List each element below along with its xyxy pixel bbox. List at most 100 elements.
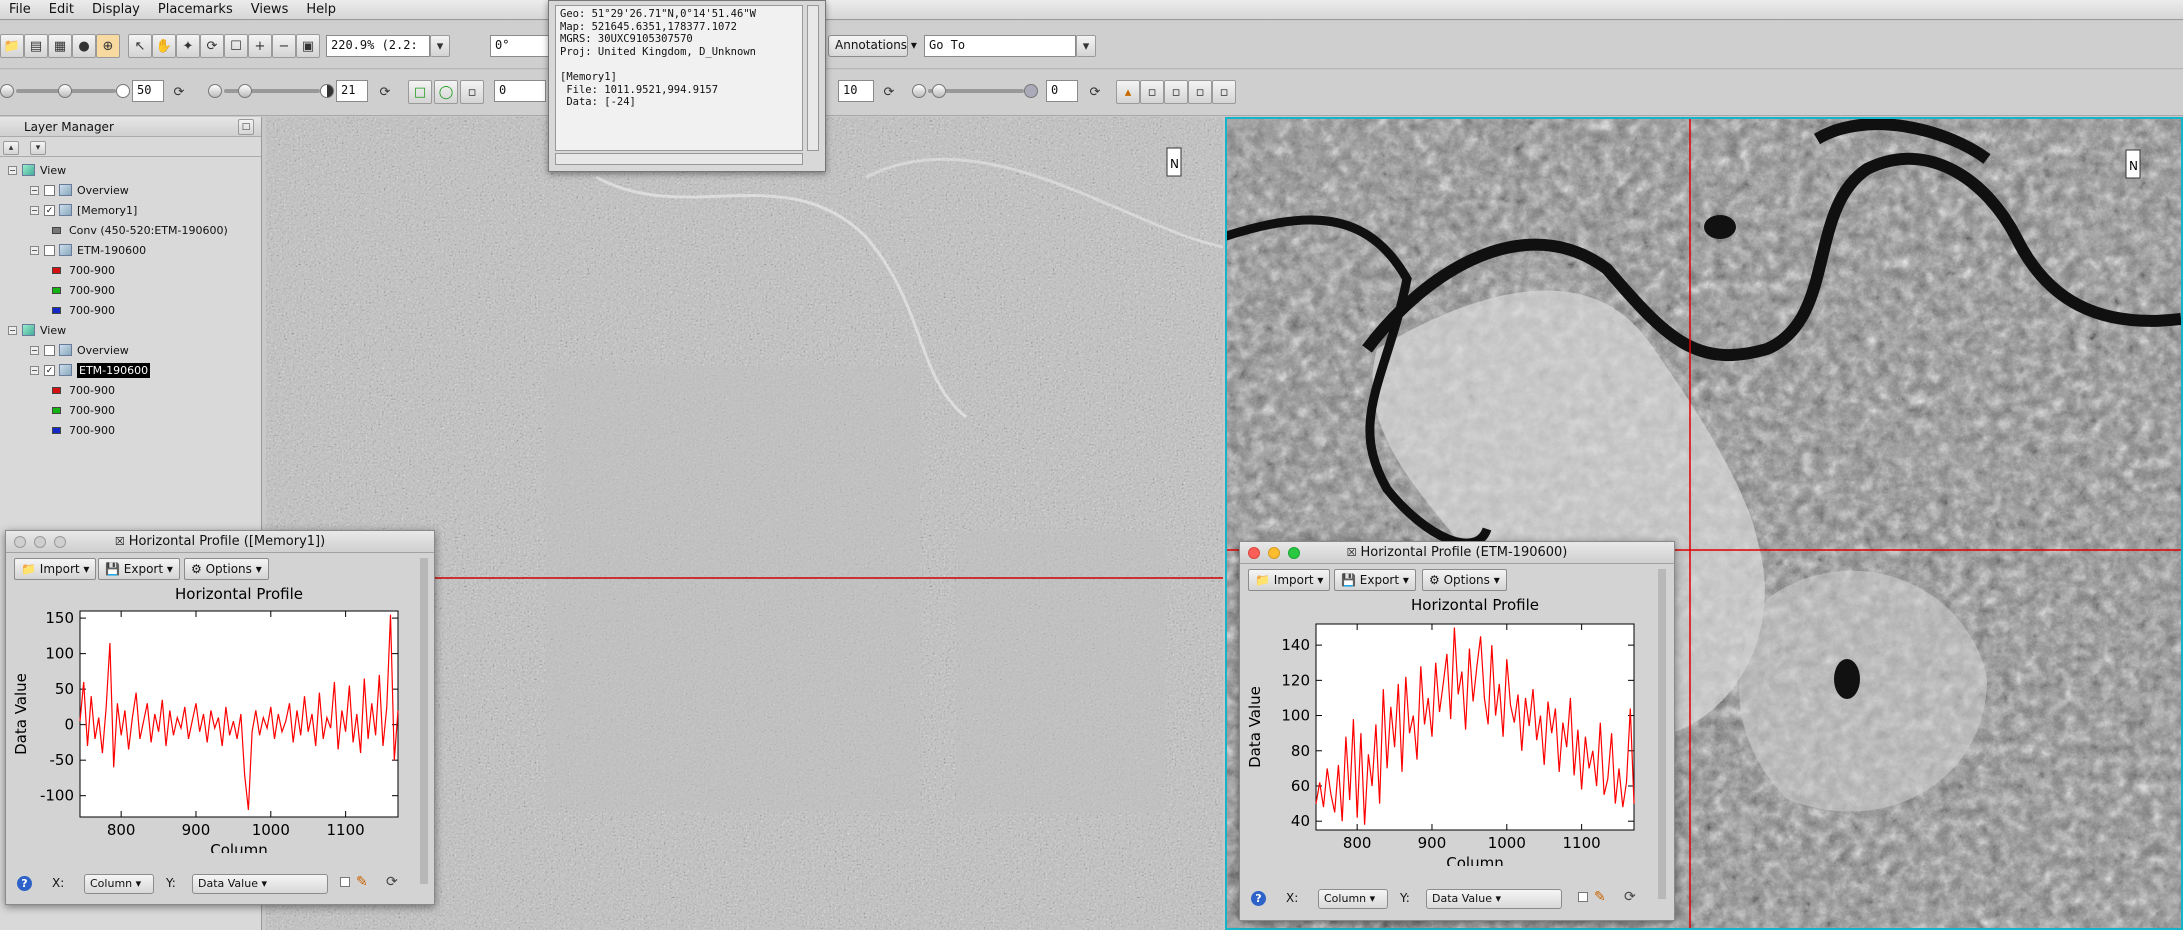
- layer-visibility-checkbox[interactable]: [44, 244, 55, 256]
- layer-tree-item[interactable]: − ETM-190600: [30, 241, 146, 259]
- layer-tree-item[interactable]: − View: [8, 161, 66, 179]
- expand-toggle-icon[interactable]: −: [8, 325, 17, 335]
- layer-tree-item[interactable]: 700-900: [52, 401, 115, 419]
- expand-all-icon[interactable]: ▾: [30, 141, 46, 155]
- layer-visibility-checkbox[interactable]: [44, 184, 55, 196]
- layer-tree-item[interactable]: − ✓ [Memory1]: [30, 201, 137, 219]
- contrast-input[interactable]: 21: [336, 80, 368, 102]
- open-icon[interactable]: 📁: [0, 34, 24, 58]
- expand-toggle-icon[interactable]: −: [8, 165, 17, 175]
- fly-icon[interactable]: ✦: [176, 34, 200, 58]
- side-splitter-etm[interactable]: [1658, 569, 1666, 899]
- options-button-etm[interactable]: ⚙ Options ▾: [1422, 569, 1507, 591]
- contrast-reset-icon[interactable]: ⟳: [374, 81, 396, 103]
- brightness-reset-icon[interactable]: ⟳: [168, 81, 190, 103]
- layer-visibility-checkbox[interactable]: ✓: [44, 364, 55, 376]
- close-button-etm[interactable]: [1248, 547, 1260, 559]
- export-button-etm[interactable]: 💾 Export ▾: [1334, 569, 1416, 591]
- layer-visibility-checkbox[interactable]: ✓: [44, 204, 55, 216]
- zoom-button-etm[interactable]: [1288, 547, 1300, 559]
- layer-tree-item[interactable]: − ✓ ETM-190600: [30, 361, 151, 379]
- help-icon[interactable]: ?: [17, 876, 32, 891]
- annotations-dropdown[interactable]: Annotations ▾: [828, 35, 917, 57]
- layer-visibility-checkbox[interactable]: [44, 344, 55, 356]
- layer-tree-item[interactable]: Conv (450-520:ETM-190600): [52, 221, 228, 239]
- layer-tree-item[interactable]: − View: [8, 321, 66, 339]
- histogram-icon[interactable]: ▴: [1116, 80, 1140, 104]
- transparency-reset-icon[interactable]: ⟳: [1084, 81, 1106, 103]
- profile-window-etm[interactable]: ☒ Horizontal Profile (ETM-190600) 📁 Impor…: [1239, 541, 1675, 921]
- expand-toggle-icon[interactable]: −: [30, 205, 39, 215]
- stretch-circle-icon[interactable]: ◯: [434, 80, 458, 104]
- menu-file[interactable]: File: [0, 2, 40, 17]
- freeze-checkbox[interactable]: [340, 877, 350, 887]
- import-button-etm[interactable]: 📁 Import ▾: [1248, 569, 1331, 591]
- goto-input[interactable]: Go To: [924, 35, 1076, 57]
- minimize-button-etm[interactable]: [1268, 547, 1280, 559]
- zoom-fit-icon[interactable]: ▣: [296, 34, 320, 58]
- sharpen-input[interactable]: 10: [838, 80, 874, 102]
- menu-views[interactable]: Views: [242, 2, 298, 17]
- x-axis-select[interactable]: Column ▾: [84, 874, 154, 894]
- stretch-options-icon[interactable]: ▫: [460, 80, 484, 104]
- sharpen-reset-icon[interactable]: ⟳: [878, 81, 900, 103]
- layer-tree-item[interactable]: 700-900: [52, 301, 115, 319]
- goto-dropdown-icon[interactable]: ▾: [1076, 35, 1096, 57]
- transparency-thumb[interactable]: [932, 84, 946, 98]
- y-axis-select-etm[interactable]: Data Value ▾: [1426, 889, 1562, 909]
- menu-help[interactable]: Help: [297, 2, 345, 17]
- profile-window-memory1[interactable]: ☒ Horizontal Profile ([Memory1]) 📁 Import…: [5, 530, 435, 905]
- rotate-icon[interactable]: ⟳: [200, 34, 224, 58]
- zoom-box-icon[interactable]: ☐: [224, 34, 248, 58]
- transparency-input[interactable]: 0: [1046, 80, 1078, 102]
- profile-titlebar-etm[interactable]: ☒ Horizontal Profile (ETM-190600): [1240, 542, 1674, 564]
- freeze-checkbox-etm[interactable]: [1578, 892, 1588, 902]
- data-manager-icon[interactable]: ▤: [24, 34, 48, 58]
- refresh-icon-etm[interactable]: ⟳: [1624, 889, 1636, 905]
- menu-display[interactable]: Display: [83, 2, 149, 17]
- brightness-thumb[interactable]: [58, 84, 72, 98]
- popup-scrollbar[interactable]: [807, 5, 819, 151]
- menu-edit[interactable]: Edit: [40, 2, 83, 17]
- profile-chart-etm[interactable]: Horizontal Profile 800 900 1000 1100 140 120 10…: [1240, 594, 1658, 866]
- rotation-input[interactable]: 0°: [490, 35, 550, 57]
- crosshair-icon[interactable]: ⊕: [96, 34, 120, 58]
- linear-stretch-icon[interactable]: ▫: [1140, 80, 1164, 104]
- layer-tree-item[interactable]: 700-900: [52, 421, 115, 439]
- select-icon[interactable]: ↖: [128, 34, 152, 58]
- layer-tree-item[interactable]: − Overview: [30, 341, 129, 359]
- layer-tree-item[interactable]: 700-900: [52, 381, 115, 399]
- minimize-button[interactable]: [34, 536, 46, 548]
- pencil-icon-etm[interactable]: ✎: [1594, 889, 1606, 905]
- layer-manager-icon[interactable]: ▦: [48, 34, 72, 58]
- layer-tree-item[interactable]: 700-900: [52, 261, 115, 279]
- pin-icon[interactable]: ●: [72, 34, 96, 58]
- close-button[interactable]: [14, 536, 26, 548]
- zoom-input[interactable]: 220.9% (2.2:: [326, 35, 430, 57]
- profile-titlebar[interactable]: ☒ Horizontal Profile ([Memory1]): [6, 531, 434, 553]
- zoom-in-icon[interactable]: +: [248, 34, 272, 58]
- stretch-box-icon[interactable]: □: [408, 80, 432, 104]
- side-splitter[interactable]: [420, 558, 428, 884]
- layer-tree-item[interactable]: − Overview: [30, 181, 129, 199]
- expand-toggle-icon[interactable]: −: [30, 365, 39, 375]
- linear-2pct-icon[interactable]: ▫: [1164, 80, 1188, 104]
- export-button[interactable]: 💾 Export ▾: [98, 558, 180, 580]
- expand-toggle-icon[interactable]: −: [30, 185, 39, 195]
- pan-icon[interactable]: ✋: [152, 34, 176, 58]
- layer-tree-item[interactable]: 700-900: [52, 281, 115, 299]
- cursor-value-popup[interactable]: Geo: 51°29'26.71"N,0°14'51.46"W Map: 521…: [548, 0, 826, 172]
- stretch-input[interactable]: 0: [494, 80, 546, 102]
- profile-chart-memory1[interactable]: Horizontal Profile 800 900 1000 1100 150 100 50…: [6, 583, 420, 853]
- brightness-input[interactable]: 50: [132, 80, 164, 102]
- options-button[interactable]: ⚙ Options ▾: [184, 558, 269, 580]
- expand-toggle-icon[interactable]: −: [30, 245, 39, 255]
- dock-icon[interactable]: □: [238, 119, 254, 135]
- zoom-dropdown-icon[interactable]: ▾: [430, 35, 450, 57]
- x-axis-select-etm[interactable]: Column ▾: [1318, 889, 1388, 909]
- menu-placemarks[interactable]: Placemarks: [149, 2, 242, 17]
- help-icon-etm[interactable]: ?: [1251, 891, 1266, 906]
- zoom-button[interactable]: [54, 536, 66, 548]
- equalize-icon[interactable]: ▫: [1212, 80, 1236, 104]
- zoom-out-icon[interactable]: −: [272, 34, 296, 58]
